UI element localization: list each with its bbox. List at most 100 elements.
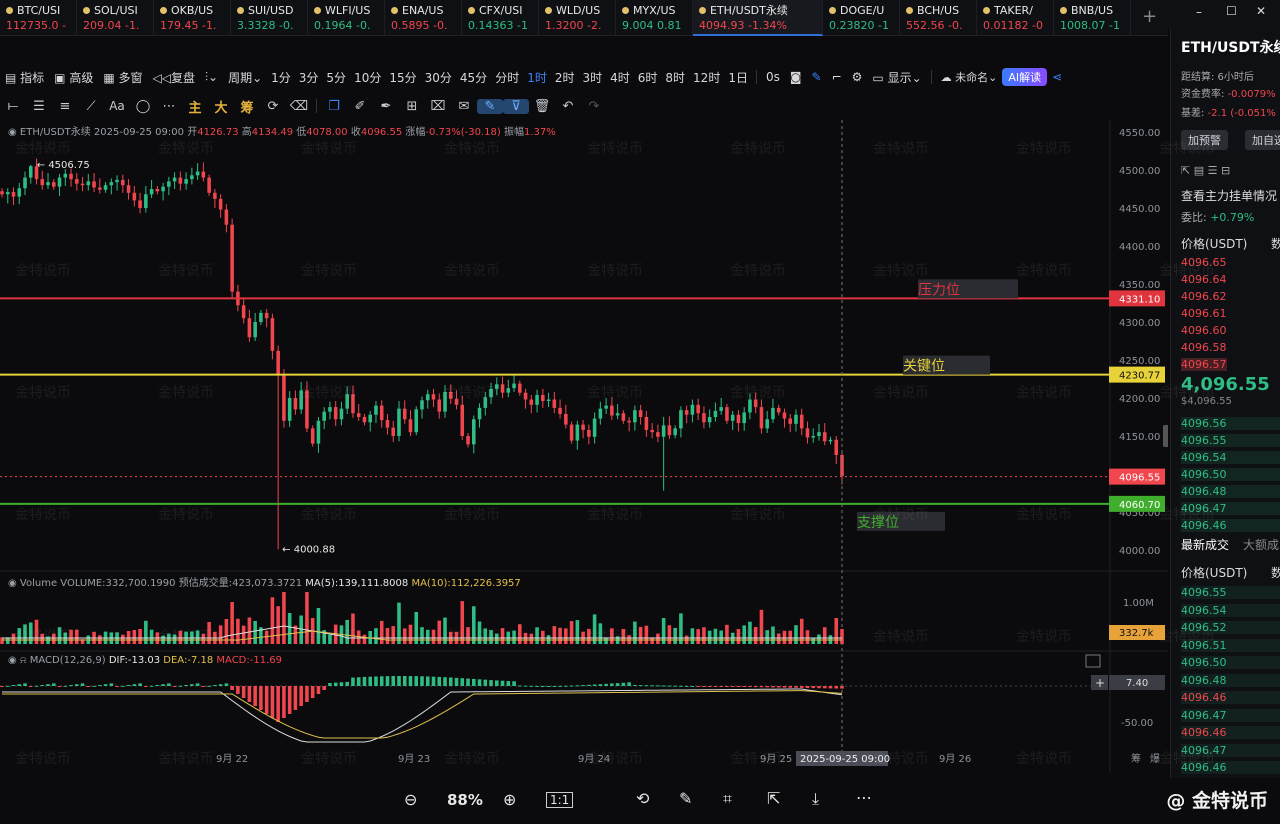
download-icon[interactable]: ⤓ — [812, 789, 819, 809]
symbol-tab[interactable]: WLD/US 1.3200 -2. — [539, 0, 616, 36]
add-alert-button[interactable]: 加预警 — [1181, 130, 1228, 150]
add-favorite-button[interactable]: 加自选 — [1245, 130, 1280, 150]
symbol-tab[interactable]: TAKER/0.01182 -0 — [977, 0, 1054, 36]
lock-draw-icon[interactable]: ✎ — [477, 98, 503, 114]
display-button[interactable]: ▭ 显示⌄ — [867, 69, 926, 86]
ai-interpret-button[interactable]: AI解读 — [1002, 68, 1048, 86]
interval-option[interactable]: 1日 — [724, 69, 752, 86]
erase-icon[interactable]: ⌫ — [286, 99, 312, 114]
depth-title[interactable]: 查看主力挂单情况 — [1181, 187, 1277, 204]
expand-icon[interactable]: ⌐ — [827, 70, 847, 84]
bid-row[interactable]: 4096.54 — [1181, 451, 1280, 464]
bid-row[interactable]: 4096.47 — [1181, 502, 1280, 515]
interval-option[interactable]: 分时 — [491, 69, 523, 86]
chart-canvas[interactable]: 4550.00 4500.00 4450.00 4400.00 4350.00 4300.… — [0, 120, 1168, 772]
tab-active[interactable]: ETH/USDT永续 4094.93 -1.34% — [693, 0, 823, 36]
big-trades-tab[interactable]: 大额成 — [1243, 536, 1279, 553]
hline-tool-icon[interactable]: ⟝ — [0, 99, 26, 114]
measure-icon[interactable]: ⊞ — [399, 99, 425, 114]
bid-row[interactable]: 4096.55 — [1181, 434, 1280, 447]
symbol-tab[interactable]: OKB/US 179.45 -1. — [154, 0, 231, 36]
more-icon[interactable]: ⋯ — [856, 788, 872, 807]
redo-icon[interactable]: ↷ — [581, 99, 607, 114]
share-icon[interactable]: ⋖ — [1047, 70, 1067, 84]
symbol-tab[interactable]: MYX/US 9.004 0.81 — [616, 0, 693, 36]
layout-dropdown[interactable]: ☁ 未命名⌄ — [936, 69, 1003, 85]
eye-icon[interactable]: ◉ — [8, 578, 20, 589]
channel-tool-icon[interactable]: ≡ — [52, 99, 78, 114]
multiline-tool-icon[interactable]: ☰ — [26, 99, 52, 114]
symbol-tab[interactable]: BTC/USI 112735.0 - — [0, 0, 77, 36]
ask-row[interactable]: 4096.65 — [1181, 256, 1227, 269]
main-indicator-button[interactable]: 主 — [182, 97, 208, 116]
ask-row[interactable]: 4096.62 — [1181, 290, 1227, 303]
countdown-toggle[interactable]: 0s — [761, 70, 785, 84]
maximize-icon[interactable]: ☐ — [1226, 4, 1237, 18]
copy-icon[interactable]: ❐ — [321, 99, 347, 114]
big-order-button[interactable]: 大 — [208, 97, 234, 116]
eye-icon[interactable]: ◉ — [8, 127, 20, 138]
ocr-icon[interactable]: ⌗ — [723, 789, 732, 809]
interval-option[interactable]: 12时 — [689, 69, 724, 86]
highlighter-icon[interactable]: ✒ — [373, 99, 399, 114]
ask-row[interactable]: 4096.61 — [1181, 307, 1227, 320]
symbol-tab[interactable]: SUI/USD 3.3328 -0. — [231, 0, 308, 36]
indicator-button[interactable]: ▤ 指标 — [0, 69, 49, 86]
more-tools-icon[interactable]: ⋯ — [156, 99, 182, 114]
alert-icon[interactable]: ⍾ — [20, 655, 27, 666]
interval-option[interactable]: 8时 — [661, 69, 689, 86]
add-tab-icon[interactable]: + — [1131, 0, 1168, 36]
symbol-tab[interactable]: BNB/US 1008.07 -1 — [1054, 0, 1131, 36]
replay-button[interactable]: ◁◁复盘 — [148, 69, 200, 86]
delete-icon[interactable]: 🗑 — [529, 99, 555, 114]
interval-option[interactable]: 4时 — [606, 69, 634, 86]
pencil-icon[interactable]: ✎ — [807, 70, 827, 84]
actual-size-button[interactable]: 1:1 — [546, 792, 574, 808]
trades-title[interactable]: 最新成交 — [1181, 536, 1229, 553]
interval-option[interactable]: 15分 — [385, 69, 420, 86]
advanced-button[interactable]: ▣ 高级 — [49, 69, 98, 86]
chart-type-icon[interactable]: ⫶⌄ — [200, 70, 223, 85]
symbol-tab[interactable]: CFX/USI 0.14363 -1 — [462, 0, 539, 36]
ask-row[interactable]: 4096.58 — [1181, 341, 1227, 354]
sync-icon[interactable]: ⟳ — [260, 99, 286, 114]
symbol-tab[interactable]: WLFI/US 0.1964 -0. — [308, 0, 385, 36]
bid-row[interactable]: 4096.48 — [1181, 485, 1280, 498]
interval-option[interactable]: 45分 — [456, 69, 491, 86]
eye-icon[interactable]: ◉ — [8, 655, 20, 666]
undo-icon[interactable]: ↶ — [555, 99, 581, 114]
trendline-tool-icon[interactable]: ⟋ — [78, 99, 104, 114]
edit-icon[interactable]: ✎ — [679, 789, 692, 808]
text-tool[interactable]: Aa — [104, 99, 130, 113]
multi-window-button[interactable]: ▦ 多窗 — [98, 69, 147, 86]
interval-option[interactable]: 1时 — [523, 69, 551, 86]
ask-row[interactable]: 4096.64 — [1181, 273, 1227, 286]
ellipse-tool-icon[interactable]: ◯ — [130, 99, 156, 114]
interval-option[interactable]: 10分 — [350, 69, 385, 86]
share-out-icon[interactable]: ⇱ — [767, 789, 780, 808]
camera-icon[interactable]: ◙ — [785, 70, 807, 84]
rotate-icon[interactable]: ⟲ — [636, 789, 649, 808]
interval-option[interactable]: 5分 — [322, 69, 350, 86]
symbol-tab[interactable]: BCH/US 552.56 -0. — [900, 0, 977, 36]
symbol-tab[interactable]: DOGE/U 0.23820 -1 — [823, 0, 900, 36]
interval-option[interactable]: 30分 — [421, 69, 456, 86]
scroll-handle[interactable] — [1163, 425, 1168, 447]
chip-button[interactable]: 筹 — [234, 97, 260, 116]
ask-row[interactable]: 4096.60 — [1181, 324, 1227, 337]
zoom-in-icon[interactable]: ⊕ — [503, 790, 516, 809]
period-dropdown[interactable]: 周期⌄ — [223, 69, 267, 86]
interval-option[interactable]: 6时 — [634, 69, 662, 86]
zoom-out-icon[interactable]: ⊖ — [404, 790, 417, 809]
note-icon[interactable]: ✉ — [451, 99, 477, 114]
interval-option[interactable]: 3分 — [295, 69, 323, 86]
bid-row[interactable]: 4096.50 — [1181, 468, 1280, 481]
settings-icon[interactable]: ⚙ — [847, 70, 868, 84]
interval-option[interactable]: 3时 — [578, 69, 606, 86]
close-icon[interactable]: ✕ — [1256, 4, 1266, 18]
symbol-tab[interactable]: ENA/US 0.5895 -0. — [385, 0, 462, 36]
bid-row[interactable]: 4096.56 — [1181, 417, 1280, 430]
bid-row[interactable]: 4096.46 — [1181, 519, 1280, 532]
interval-option[interactable]: 2时 — [551, 69, 579, 86]
depth-view-icons[interactable]: ⇱ ▤ ☰ ⊟ — [1181, 164, 1230, 177]
